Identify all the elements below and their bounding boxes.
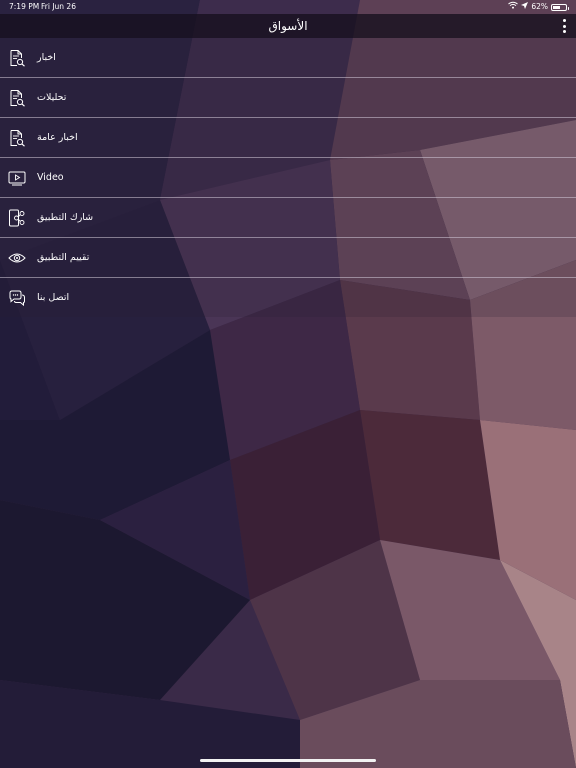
- status-indicators: 62%: [508, 0, 569, 14]
- menu-item-label: اخبار عامة: [37, 132, 78, 143]
- share-icon: [8, 209, 26, 227]
- side-menu: اخبار تحليلات اخبار عامة Video شارك التط…: [0, 38, 576, 317]
- news-search-icon: [8, 49, 26, 67]
- general-news-icon: [8, 129, 26, 147]
- menu-item-rate-app[interactable]: تقييم التطبيق: [0, 238, 576, 278]
- battery-percent: 62%: [531, 2, 548, 11]
- menu-item-label: Video: [37, 172, 64, 183]
- eye-icon: [8, 249, 26, 267]
- menu-item-news[interactable]: اخبار: [0, 38, 576, 78]
- more-options-icon[interactable]: [560, 18, 568, 34]
- menu-item-share-app[interactable]: شارك التطبيق: [0, 198, 576, 238]
- status-date: Fri Jun 26: [41, 2, 76, 11]
- menu-item-general-news[interactable]: اخبار عامة: [0, 118, 576, 158]
- menu-item-label: شارك التطبيق: [37, 212, 94, 223]
- video-icon: [8, 169, 26, 187]
- analysis-search-icon: [8, 89, 26, 107]
- menu-item-label: اخبار: [37, 52, 56, 63]
- location-arrow-icon: [521, 0, 529, 14]
- status-time: 7:19 PM: [9, 2, 40, 11]
- page-title: الأسواق: [268, 19, 308, 33]
- status-bar: 7:19 PM Fri Jun 26 62%: [0, 0, 576, 14]
- menu-item-label: تحليلات: [37, 92, 67, 103]
- menu-item-contact-us[interactable]: اتصل بنا: [0, 278, 576, 317]
- chat-icon: [8, 289, 26, 307]
- menu-item-video[interactable]: Video: [0, 158, 576, 198]
- home-indicator[interactable]: [200, 759, 376, 762]
- header-bar: الأسواق: [0, 14, 576, 38]
- battery-fill: [553, 5, 561, 9]
- menu-item-analysis[interactable]: تحليلات: [0, 78, 576, 118]
- battery-icon: [551, 3, 569, 11]
- wifi-icon: [508, 0, 519, 14]
- menu-item-label: تقييم التطبيق: [37, 252, 90, 263]
- menu-item-label: اتصل بنا: [37, 292, 70, 303]
